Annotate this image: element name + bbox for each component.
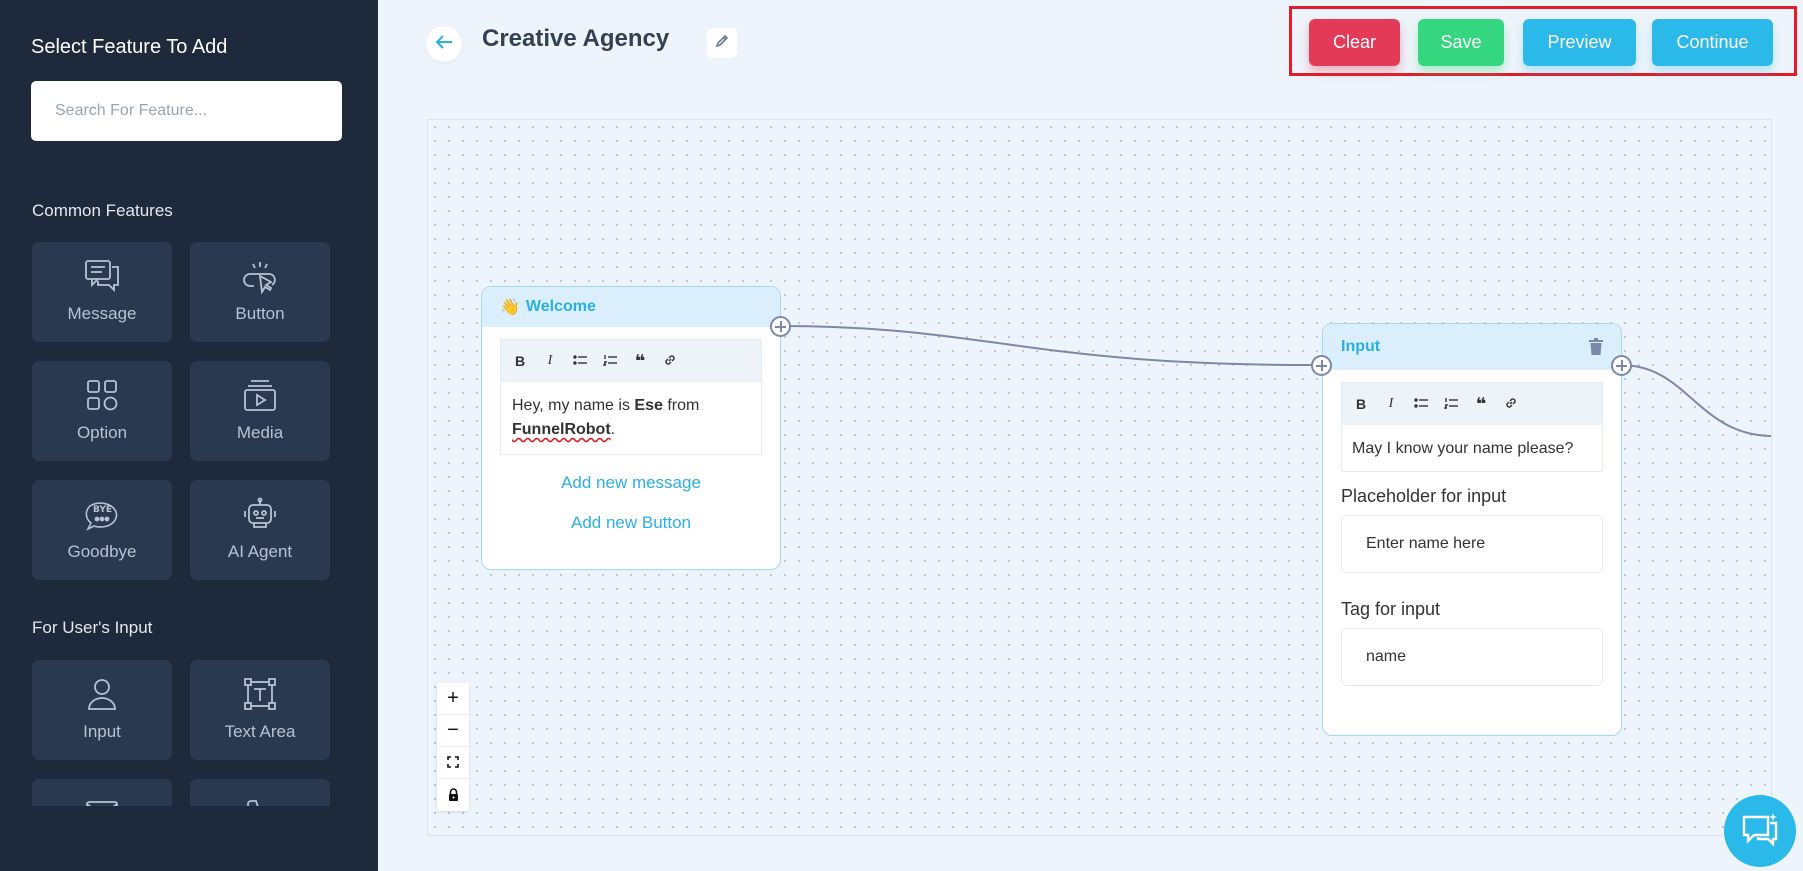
zoom-out-button[interactable]: −	[437, 715, 469, 747]
edge-input-next	[1620, 364, 1771, 437]
italic-button[interactable]: I	[1384, 396, 1398, 412]
feature-input[interactable]: Input	[32, 660, 172, 760]
bold-button[interactable]: B	[513, 353, 527, 369]
button-click-icon	[240, 256, 280, 296]
feature-message[interactable]: Message	[32, 242, 172, 342]
lock-icon	[448, 784, 459, 807]
message-bold-name: Ese	[634, 397, 663, 414]
feature-label: Input	[83, 722, 121, 741]
trash-icon[interactable]	[1589, 338, 1603, 360]
user-icon	[82, 674, 122, 714]
node-title: Input	[1341, 338, 1381, 355]
preview-button[interactable]: Preview	[1523, 19, 1636, 66]
feature-label: Message	[67, 304, 137, 323]
save-button[interactable]: Save	[1418, 19, 1504, 66]
welcome-message-editor[interactable]: B I ❝ Hey, my name is Ese from FunnelRob…	[500, 339, 762, 455]
flow-canvas[interactable]: 👋 Welcome B I ❝ Hey, my name is Ese from…	[427, 119, 1772, 836]
mail-icon	[82, 793, 122, 806]
feature-label: AI Agent	[227, 542, 293, 561]
lock-button[interactable]	[437, 779, 469, 811]
zoom-in-button[interactable]: +	[437, 683, 469, 715]
bullet-list-icon[interactable]	[573, 353, 587, 369]
feature-label: Button	[235, 304, 285, 323]
add-new-button-link[interactable]: Add new Button	[482, 513, 780, 533]
bold-button[interactable]: B	[1354, 396, 1368, 412]
message-icon	[82, 256, 122, 296]
message-text-part: from	[662, 397, 700, 414]
edge-welcome-input	[779, 325, 1322, 367]
tag-input[interactable]	[1341, 628, 1603, 686]
sidebar-title: Select Feature To Add	[31, 36, 228, 58]
sidebar-scroll-area[interactable]: Select Feature To Add Common Features Me…	[0, 0, 378, 806]
input-node-header[interactable]: Input	[1323, 324, 1621, 370]
numbered-list-icon[interactable]	[602, 353, 617, 369]
feature-goodbye[interactable]: BYE Goodbye	[32, 480, 172, 580]
feature-label: Option	[76, 423, 128, 442]
back-button[interactable]	[426, 26, 462, 62]
feature-option[interactable]: Option	[32, 361, 172, 461]
add-new-message-link[interactable]: Add new message	[482, 473, 780, 493]
goodbye-bubble-icon: BYE	[82, 494, 122, 534]
feature-label: Goodbye	[67, 542, 137, 561]
quote-icon[interactable]: ❝	[1474, 394, 1488, 415]
chat-support-button[interactable]	[1724, 795, 1796, 867]
feature-media[interactable]: Media	[190, 361, 330, 461]
svg-text:BYE: BYE	[93, 505, 112, 515]
feature-search-input[interactable]	[31, 81, 342, 141]
pencil-icon	[715, 34, 729, 53]
placeholder-input[interactable]	[1341, 515, 1603, 573]
message-text-part: .	[610, 421, 616, 438]
node-title: Welcome	[525, 298, 596, 315]
sidebar: Select Feature To Add Common Features Me…	[0, 0, 378, 871]
media-icon	[240, 375, 280, 415]
link-icon[interactable]	[1504, 396, 1518, 413]
feature-ai-agent[interactable]: AI Agent	[190, 480, 330, 580]
output-handle-plus-icon[interactable]	[1611, 355, 1632, 376]
input-message-text[interactable]: May I know your name please?	[1342, 425, 1602, 471]
edit-title-button[interactable]	[707, 28, 737, 58]
section-common-features: Common Features	[32, 201, 173, 220]
numbered-list-icon[interactable]	[1443, 396, 1458, 412]
text-area-icon	[240, 674, 280, 714]
robot-icon	[240, 494, 280, 534]
grid-icon	[82, 375, 122, 415]
continue-button[interactable]: Continue	[1652, 19, 1773, 66]
welcome-message-text[interactable]: Hey, my name is Ese from FunnelRobot.	[501, 382, 761, 454]
input-handle-plus-icon[interactable]	[1311, 355, 1332, 376]
tag-label: Tag for input	[1341, 599, 1441, 619]
feature-label: Media	[236, 423, 284, 442]
output-handle-plus-icon[interactable]	[770, 316, 791, 337]
quote-icon[interactable]: ❝	[633, 351, 647, 372]
arrow-left-icon	[435, 34, 453, 55]
feature-phone[interactable]	[190, 779, 330, 806]
feature-button[interactable]: Button	[190, 242, 330, 342]
link-icon[interactable]	[663, 353, 677, 370]
input-message-editor[interactable]: B I ❝ May I know your name please?	[1341, 382, 1603, 472]
phone-icon	[240, 793, 280, 806]
zoom-controls: + −	[437, 683, 469, 811]
clear-button[interactable]: Clear	[1309, 19, 1400, 66]
chat-bubble-icon	[1740, 811, 1780, 852]
message-text-part: Hey, my name is	[512, 397, 635, 414]
welcome-node[interactable]: 👋 Welcome B I ❝ Hey, my name is Ese from…	[481, 286, 791, 570]
fullscreen-icon	[447, 751, 459, 774]
fit-view-button[interactable]	[437, 747, 469, 779]
input-node[interactable]: Input B I ❝ May I know your name please?…	[1311, 323, 1632, 736]
placeholder-label: Placeholder for input	[1341, 486, 1507, 506]
minus-icon: −	[447, 719, 459, 741]
page-title: Creative Agency	[482, 25, 670, 52]
italic-button[interactable]: I	[543, 353, 557, 369]
wave-icon: 👋	[500, 299, 520, 316]
section-user-input: For User's Input	[32, 618, 153, 637]
plus-icon: +	[447, 687, 459, 709]
feature-text-area[interactable]: Text Area	[190, 660, 330, 760]
bullet-list-icon[interactable]	[1414, 396, 1428, 412]
feature-label: Text Area	[224, 722, 296, 741]
editor-toolbar: B I ❝	[501, 340, 761, 382]
feature-email[interactable]	[32, 779, 172, 806]
editor-toolbar: B I ❝	[1342, 383, 1602, 425]
welcome-node-header[interactable]: 👋 Welcome	[482, 287, 780, 327]
message-brand: FunnelRobot	[512, 421, 611, 438]
